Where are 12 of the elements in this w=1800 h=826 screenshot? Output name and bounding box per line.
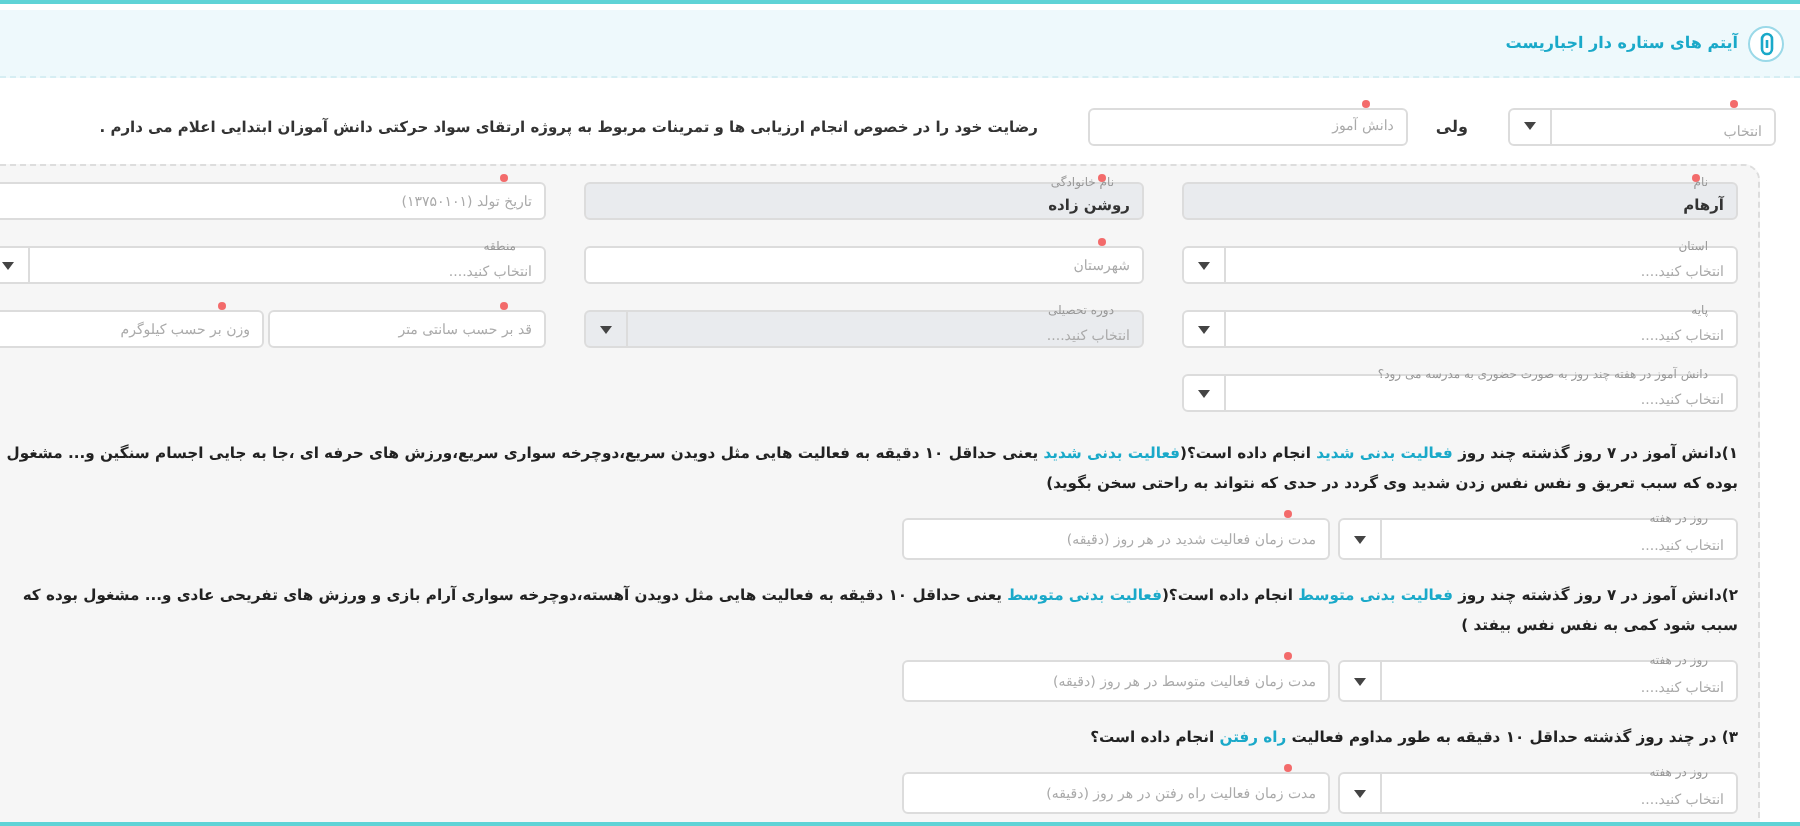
caret-down-icon [1354, 535, 1366, 543]
caret-down-icon [2, 261, 14, 269]
caret-down-icon [1354, 677, 1366, 685]
caret-down-icon [1354, 789, 1366, 797]
header-title: آیتم های ستاره دار اجباریست [1505, 34, 1738, 52]
caret-down-icon [1198, 325, 1210, 333]
caret-down-icon [1198, 389, 1210, 397]
caret-down-icon [1198, 261, 1210, 269]
role-label: ولی [1435, 117, 1468, 135]
caret-down-icon [600, 325, 612, 333]
caret-down-icon [1524, 122, 1536, 130]
clip-icon [1748, 25, 1784, 61]
